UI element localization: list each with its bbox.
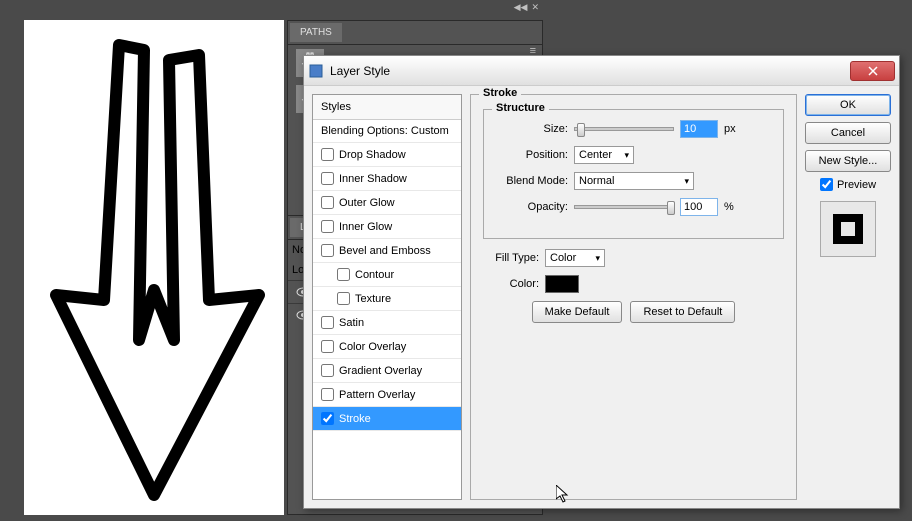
style-item-pattern-overlay[interactable]: Pattern Overlay (313, 383, 461, 407)
cancel-button[interactable]: Cancel (805, 122, 891, 144)
texture-checkbox[interactable] (337, 292, 350, 305)
make-default-button[interactable]: Make Default (532, 301, 623, 323)
size-label: Size: (496, 123, 568, 135)
stroke-groupbox: Stroke Structure Size: px Position: Cent… (470, 94, 797, 500)
slider-thumb[interactable] (577, 123, 585, 137)
style-item-inner-glow[interactable]: Inner Glow (313, 215, 461, 239)
opacity-input[interactable] (680, 198, 718, 216)
blend-mode-label: Blend Mode: (496, 175, 568, 187)
item-label: Outer Glow (339, 197, 395, 209)
item-label: Drop Shadow (339, 149, 406, 161)
size-input[interactable] (680, 120, 718, 138)
preview-inner-icon (833, 214, 863, 244)
outer-glow-checkbox[interactable] (321, 196, 334, 209)
opacity-unit: % (724, 201, 734, 213)
close-icon (868, 66, 878, 76)
item-label: Inner Glow (339, 221, 392, 233)
blending-options-item[interactable]: Blending Options: Custom (313, 120, 461, 143)
item-label: Gradient Overlay (339, 365, 422, 377)
stroke-title: Stroke (479, 87, 521, 99)
blend-mode-dropdown[interactable]: Normal (574, 172, 694, 190)
style-item-satin[interactable]: Satin (313, 311, 461, 335)
close-button[interactable] (850, 61, 895, 81)
arrow-shape-icon (24, 20, 284, 515)
style-item-outer-glow[interactable]: Outer Glow (313, 191, 461, 215)
gradient-overlay-checkbox[interactable] (321, 364, 334, 377)
inner-glow-checkbox[interactable] (321, 220, 334, 233)
preview-label: Preview (837, 179, 876, 191)
item-label: Pattern Overlay (339, 389, 415, 401)
slider-thumb[interactable] (667, 201, 675, 215)
opacity-label: Opacity: (496, 201, 568, 213)
item-label: Bevel and Emboss (339, 245, 431, 257)
color-overlay-checkbox[interactable] (321, 340, 334, 353)
fill-type-label: Fill Type: (483, 252, 539, 264)
size-slider[interactable] (574, 127, 674, 131)
canvas[interactable] (24, 20, 284, 515)
inner-shadow-checkbox[interactable] (321, 172, 334, 185)
panel-tabs-extra: ◀◀ ✕ (287, 2, 543, 18)
item-label: Stroke (339, 413, 371, 425)
paths-tab[interactable]: PATHS (290, 23, 342, 42)
new-style-button[interactable]: New Style... (805, 150, 891, 172)
styles-list: Styles Blending Options: Custom Drop Sha… (312, 94, 462, 500)
ok-button[interactable]: OK (805, 94, 891, 116)
position-dropdown[interactable]: Center (574, 146, 634, 164)
style-item-contour[interactable]: Contour (313, 263, 461, 287)
stroke-checkbox[interactable] (321, 412, 334, 425)
structure-title: Structure (492, 102, 549, 114)
combo-value: Color (550, 252, 576, 264)
drop-shadow-checkbox[interactable] (321, 148, 334, 161)
style-item-color-overlay[interactable]: Color Overlay (313, 335, 461, 359)
dialog-right-column: OK Cancel New Style... Preview (805, 94, 891, 500)
structure-groupbox: Structure Size: px Position: Center Blen… (483, 109, 784, 239)
combo-value: Normal (579, 175, 614, 187)
dialog-icon (308, 63, 324, 79)
size-unit: px (724, 123, 736, 135)
dialog-titlebar[interactable]: Layer Style (304, 56, 899, 86)
opacity-slider[interactable] (574, 205, 674, 209)
collapse-icon[interactable]: ◀◀ (514, 2, 528, 18)
style-item-stroke[interactable]: Stroke (313, 407, 461, 431)
position-label: Position: (496, 149, 568, 161)
style-item-texture[interactable]: Texture (313, 287, 461, 311)
layer-style-dialog: Layer Style Styles Blending Options: Cus… (303, 55, 900, 509)
item-label: Satin (339, 317, 364, 329)
style-item-bevel-emboss[interactable]: Bevel and Emboss (313, 239, 461, 263)
preview-swatch (820, 201, 876, 257)
contour-checkbox[interactable] (337, 268, 350, 281)
style-item-inner-shadow[interactable]: Inner Shadow (313, 167, 461, 191)
item-label: Contour (355, 269, 394, 281)
combo-value: Center (579, 149, 612, 161)
style-item-drop-shadow[interactable]: Drop Shadow (313, 143, 461, 167)
preview-checkbox[interactable] (820, 178, 833, 191)
item-label: Texture (355, 293, 391, 305)
stroke-settings-area: Stroke Structure Size: px Position: Cent… (470, 94, 797, 500)
satin-checkbox[interactable] (321, 316, 334, 329)
color-swatch[interactable] (545, 275, 579, 293)
item-label: Inner Shadow (339, 173, 407, 185)
style-item-gradient-overlay[interactable]: Gradient Overlay (313, 359, 461, 383)
fill-type-dropdown[interactable]: Color (545, 249, 605, 267)
pattern-overlay-checkbox[interactable] (321, 388, 334, 401)
paths-panel-header: PATHS ≡ (288, 21, 542, 45)
reset-default-button[interactable]: Reset to Default (630, 301, 735, 323)
color-label: Color: (483, 278, 539, 290)
bevel-emboss-checkbox[interactable] (321, 244, 334, 257)
dialog-title: Layer Style (330, 64, 850, 78)
item-label: Color Overlay (339, 341, 406, 353)
close-panel-icon[interactable]: ✕ (531, 2, 539, 18)
styles-header[interactable]: Styles (313, 95, 461, 120)
